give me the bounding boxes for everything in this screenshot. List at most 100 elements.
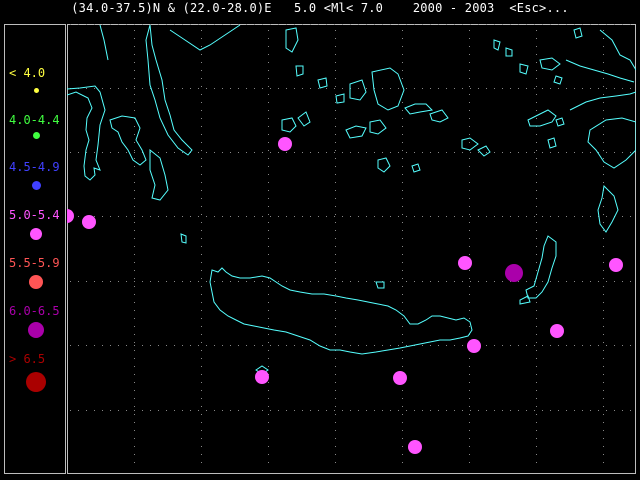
grid-dot [402, 54, 403, 55]
grid-dot [335, 438, 336, 439]
grid-dot [603, 118, 604, 119]
grid-dot [206, 152, 207, 153]
grid-dot [603, 150, 604, 151]
grid-dot [134, 398, 135, 399]
grid-dot [318, 88, 319, 89]
coast-rhodes-south [597, 184, 619, 233]
grid-dot [246, 24, 247, 25]
grid-dot [294, 24, 295, 25]
grid-dot [230, 88, 231, 89]
grid-dot [614, 24, 615, 25]
grid-dot [402, 38, 403, 39]
grid-dot [536, 254, 537, 255]
esc-hint[interactable]: <Esc>... [509, 1, 568, 15]
grid-dot [614, 152, 615, 153]
grid-dot [201, 270, 202, 271]
grid-dot [134, 390, 135, 391]
grid-dot [406, 88, 407, 89]
grid-dot [536, 94, 537, 95]
earthquake-events [67, 137, 623, 454]
grid-dot [582, 24, 583, 25]
grid-dot [334, 410, 335, 411]
grid-dot [262, 88, 263, 89]
legend-label-6-65: 6.0-6.5 [9, 304, 60, 318]
grid-dot [342, 345, 343, 346]
grid-dot [335, 334, 336, 335]
grid-dot [262, 345, 263, 346]
grid-dot [469, 190, 470, 191]
coast-milos [345, 125, 367, 139]
grid-dot [134, 94, 135, 95]
grid-dot [268, 54, 269, 55]
coast-attica [145, 24, 193, 156]
grid-dot [536, 158, 537, 159]
grid-dot [582, 88, 583, 89]
grid-dot [598, 88, 599, 89]
grid-dot [238, 24, 239, 25]
grid-dot [134, 126, 135, 127]
grid-dot [614, 345, 615, 346]
grid-dot [134, 238, 135, 239]
grid-dot [78, 345, 79, 346]
grid-dot [238, 281, 239, 282]
coast-argolis [149, 148, 169, 201]
epicenter-marker [609, 258, 623, 272]
grid-dot [469, 398, 470, 399]
grid-dot [110, 88, 111, 89]
grid-dot [142, 88, 143, 89]
grid-dot [278, 152, 279, 153]
grid-dot [402, 158, 403, 159]
grid-dot [470, 152, 471, 153]
grid-dot [342, 88, 343, 89]
grid-dot [268, 126, 269, 127]
grid-dot [246, 410, 247, 411]
grid-dot [268, 86, 269, 87]
grid-dot [502, 88, 503, 89]
grid-dot [201, 110, 202, 111]
grid-dot [430, 216, 431, 217]
grid-dot [158, 88, 159, 89]
grid-dot [201, 238, 202, 239]
grid-dot [542, 216, 543, 217]
grid-dot [614, 88, 615, 89]
grid-dot [166, 24, 167, 25]
grid-dot [502, 345, 503, 346]
grid-dot [335, 390, 336, 391]
coast-symi [527, 109, 557, 127]
grid-dot [201, 222, 202, 223]
grid-dot [110, 281, 111, 282]
grid-dot [402, 422, 403, 423]
grid-dot [446, 24, 447, 25]
grid-dot [198, 152, 199, 153]
grid-dot [603, 342, 604, 343]
grid-dot [603, 430, 604, 431]
grid-dot [335, 158, 336, 159]
grid-dot [134, 310, 135, 311]
grid-dot [598, 24, 599, 25]
grid-dot [335, 302, 336, 303]
grid-dot [335, 462, 336, 463]
grid-dot [134, 38, 135, 39]
grid-dot [198, 410, 199, 411]
grid-dot [630, 88, 631, 89]
grid-dot [268, 38, 269, 39]
grid-dot [603, 462, 604, 463]
grid-dot [402, 326, 403, 327]
grid-dot [526, 345, 527, 346]
grid-dot [254, 152, 255, 153]
grid-dot [174, 410, 175, 411]
grid-dot [382, 345, 383, 346]
grid-dot [630, 281, 631, 282]
grid-dot [134, 254, 135, 255]
grid-dot [406, 281, 407, 282]
grid-dot [134, 246, 135, 247]
grid-dot [494, 216, 495, 217]
grid-dot [536, 270, 537, 271]
grid-dot [278, 88, 279, 89]
grid-dot [402, 78, 403, 79]
grid-dot [402, 294, 403, 295]
grid-dot [550, 216, 551, 217]
grid-dot [230, 345, 231, 346]
grid-dot [70, 152, 71, 153]
grid-dot [268, 270, 269, 271]
